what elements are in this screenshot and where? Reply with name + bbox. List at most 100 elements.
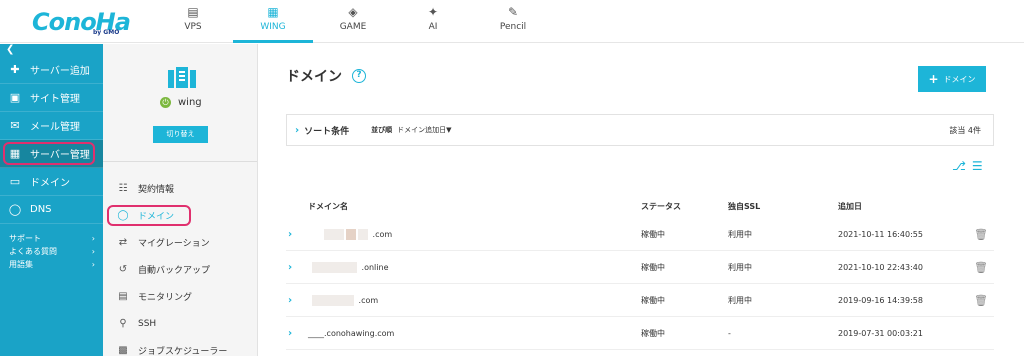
- add-domain-button[interactable]: + ドメイン: [918, 66, 986, 92]
- migration-icon: ⇄: [118, 236, 128, 248]
- table-row[interactable]: › .online 稼働中 利用中 2021-10-10 22:43:40 🗑: [286, 251, 994, 284]
- wing-icon: ▦: [267, 5, 279, 19]
- panel-item-migration[interactable]: ⇄ マイグレーション: [103, 229, 257, 256]
- sidebar-item-label: サイト管理: [30, 94, 80, 105]
- server-panel: ⏻ wing 切り替え ☷ 契約情報 ◯ ドメイン ⇄ マイグレーション ↺ 自…: [103, 44, 258, 357]
- globe-icon: ◯: [8, 202, 22, 216]
- power-icon: ⏻: [160, 97, 171, 108]
- add-domain-label: ドメイン: [943, 74, 976, 84]
- redacted-block: [358, 228, 368, 240]
- panel-item-backup[interactable]: ↺ 自動バックアップ: [103, 256, 257, 283]
- help-icon[interactable]: ?: [352, 69, 366, 83]
- contract-icon: ☷: [118, 182, 128, 194]
- sidebar-link-glossary[interactable]: 用語集 ›: [0, 258, 103, 271]
- panel-item-label: 自動バックアップ: [138, 266, 211, 276]
- list-view-icon[interactable]: ☰: [972, 159, 983, 173]
- trash-icon[interactable]: 🗑: [968, 294, 994, 307]
- table-row[interactable]: › .com 稼働中 利用中 2019-09-16 14:39:58 🗑: [286, 284, 994, 317]
- domain-date: 2019-09-16 14:39:58: [838, 295, 923, 305]
- server-icon: ▤: [187, 5, 199, 19]
- window-icon: ▣: [9, 90, 21, 104]
- nav-vps[interactable]: ▤ VPS: [153, 0, 233, 43]
- sidebar-item-label: ドメイン: [30, 178, 70, 189]
- result-count: 該当 4件: [949, 125, 981, 135]
- panel-item-label: モニタリング: [138, 293, 193, 303]
- sidebar-item-domain[interactable]: ▭ ドメイン: [0, 168, 103, 196]
- page-title: ドメイン ?: [286, 66, 366, 86]
- sort-label: ソート条件: [304, 126, 350, 137]
- sidebar-item-site[interactable]: ▣ サイト管理: [0, 84, 103, 112]
- sidebar-item-server[interactable]: ▦ サーバー管理: [0, 140, 103, 168]
- server-manage-icon: ▦: [9, 146, 21, 160]
- panel-item-label: 契約情報: [138, 185, 175, 195]
- trash-icon[interactable]: 🗑: [968, 228, 994, 241]
- nav-wing[interactable]: ▦ WING: [233, 0, 313, 43]
- nav-pencil-label: Pencil: [499, 22, 527, 32]
- sidebar-item-mail[interactable]: ✉ メール管理: [0, 112, 103, 140]
- table-row[interactable]: › .com 稼働中 利用中 2021-10-11 16:40:55 🗑: [286, 218, 994, 251]
- panel-item-monitoring[interactable]: ▤ モニタリング: [103, 283, 257, 310]
- chevron-right-icon: ›: [295, 124, 300, 136]
- expand-icon[interactable]: ›: [286, 295, 308, 306]
- nav-ai[interactable]: ✦ AI: [393, 0, 473, 43]
- sort-order-select[interactable]: ドメイン追加日▼: [397, 125, 451, 135]
- panel-item-label: ジョブスケジューラー: [138, 347, 228, 357]
- table-header: ドメイン名 ステータス 独自SSL 追加日: [286, 194, 994, 218]
- mail-icon: ✉: [10, 118, 20, 132]
- expand-icon[interactable]: ›: [286, 328, 308, 339]
- col-name: ドメイン名: [308, 201, 348, 211]
- domain-date: 2021-10-11 16:40:55: [838, 229, 923, 239]
- col-status: ステータス: [641, 201, 681, 211]
- domain-ssl: 利用中: [728, 262, 752, 272]
- domain-name: ____.conohawing.com: [308, 329, 641, 338]
- redacted-block: [312, 261, 357, 273]
- domain-name-text: .online: [361, 262, 389, 272]
- view-toggle: ⎇ ☰: [952, 159, 983, 173]
- sort-order-label: 並び順: [371, 126, 393, 134]
- domain-status: 稼働中: [641, 328, 665, 338]
- sidebar-link-support[interactable]: サポート ›: [0, 232, 103, 245]
- sidebar-link-faq[interactable]: よくある質問 ›: [0, 245, 103, 258]
- sidebar-item-label: サーバー追加: [30, 66, 90, 77]
- domain-ssl: 利用中: [728, 295, 752, 305]
- sidebar-link-label: サポート: [9, 234, 41, 243]
- sidebar-item-label: DNS: [30, 204, 52, 215]
- table-row[interactable]: › ____.conohawing.com 稼働中 - 2019-07-31 0…: [286, 317, 994, 350]
- backup-icon: ↺: [118, 263, 128, 275]
- sidebar-item-add-server[interactable]: ✚ サーバー追加: [0, 56, 103, 84]
- switch-button[interactable]: 切り替え: [153, 126, 208, 143]
- tree-view-icon[interactable]: ⎇: [952, 159, 966, 173]
- panel-item-ssh[interactable]: ⚲ SSH: [103, 310, 257, 337]
- trash-icon[interactable]: 🗑: [968, 261, 994, 274]
- col-ssl: 独自SSL: [728, 201, 761, 211]
- nav-game[interactable]: ◈ GAME: [313, 0, 393, 43]
- sort-conditions[interactable]: › ソート条件 並び順 ドメイン追加日▼ 該当 4件: [286, 114, 994, 146]
- panel-item-scheduler[interactable]: ▩ ジョブスケジューラー: [103, 337, 257, 364]
- gamepad-icon: ◈: [348, 5, 358, 19]
- domain-ssl: 利用中: [728, 229, 752, 239]
- server-name: ⏻ wing: [160, 97, 202, 108]
- domain-date: 2019-07-31 00:03:21: [838, 328, 923, 338]
- collapse-sidebar-icon[interactable]: ❮: [0, 44, 103, 56]
- main-sidebar: ❮ ✚ サーバー追加 ▣ サイト管理 ✉ メール管理 ▦ サーバー管理 ▭ ドメ…: [0, 44, 103, 356]
- domain-status: 稼働中: [641, 229, 665, 239]
- panel-item-contract[interactable]: ☷ 契約情報: [103, 175, 257, 202]
- nav-game-label: GAME: [339, 22, 367, 32]
- panel-item-domain[interactable]: ◯ ドメイン: [103, 202, 257, 229]
- sidebar-item-dns[interactable]: ◯ DNS: [0, 196, 103, 224]
- expand-icon[interactable]: ›: [286, 229, 308, 240]
- panel-item-label: ドメイン: [138, 212, 175, 222]
- chevron-right-icon: ›: [91, 234, 95, 243]
- expand-icon[interactable]: ›: [286, 262, 308, 273]
- pencil-icon: ✎: [507, 5, 519, 19]
- domain-status: 稼働中: [641, 262, 665, 272]
- redacted-block: [324, 228, 344, 240]
- domain-table: ドメイン名 ステータス 独自SSL 追加日 › .com 稼働中 利用中 202…: [286, 194, 994, 350]
- globe-icon: ◯: [117, 209, 129, 221]
- domain-name: .com: [308, 294, 641, 306]
- redacted-block: [346, 228, 356, 240]
- wing-server-icon: [168, 67, 196, 88]
- sidebar-link-label: よくある質問: [9, 247, 57, 256]
- nav-pencil[interactable]: ✎ Pencil: [473, 0, 553, 43]
- sidebar-link-label: 用語集: [9, 260, 33, 269]
